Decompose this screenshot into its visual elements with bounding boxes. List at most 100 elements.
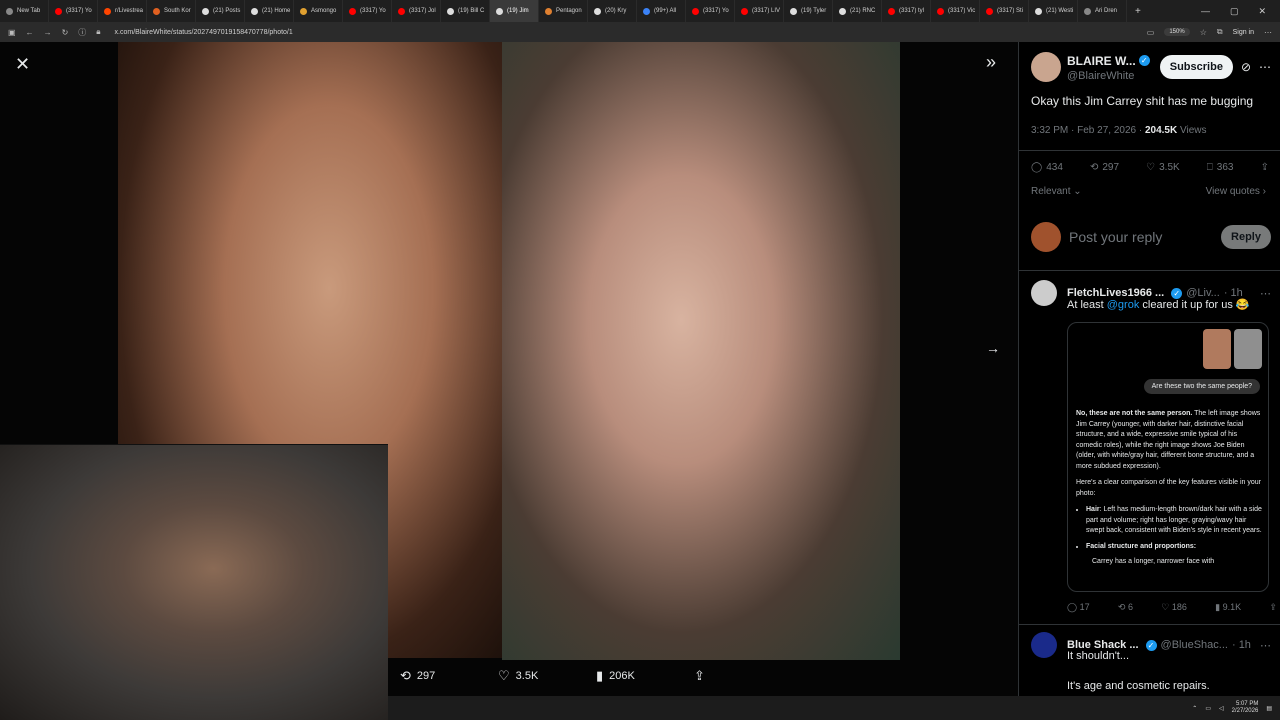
view-quotes-link[interactable]: View quotes ›	[1206, 186, 1266, 197]
tab-favicon-icon	[1035, 7, 1042, 15]
left-photo-alt: Jim Carrey younger photo	[118, 42, 119, 43]
browser-tab[interactable]: (3317) Yo	[686, 0, 735, 22]
more-icon[interactable]: ⋯	[1259, 60, 1271, 74]
browser-tab[interactable]: (19) Bill C	[441, 0, 490, 22]
new-tab-button[interactable]: +	[1127, 6, 1149, 17]
browser-tab[interactable]: (3317) Vic	[931, 0, 980, 22]
back-icon[interactable]: ←	[26, 28, 34, 37]
tab-favicon-icon	[251, 7, 258, 15]
menu-icon[interactable]: ⋯	[1264, 28, 1272, 37]
browser-tab[interactable]: (3317) Sti	[980, 0, 1029, 22]
more-icon[interactable]: ⋯	[1260, 287, 1271, 300]
retweet-icon: ⟲	[1117, 602, 1126, 612]
browser-tab[interactable]: Pentagon	[539, 0, 588, 22]
divider	[1019, 624, 1280, 625]
site-info-icon[interactable]: ⓘ	[78, 27, 86, 38]
like-stat[interactable]: ♡ 186	[1161, 602, 1187, 613]
browser-tab[interactable]: Ari Dren	[1078, 0, 1127, 22]
browser-tab[interactable]: r/Livestrea	[98, 0, 147, 22]
browser-tab[interactable]: (20) Kry	[588, 0, 637, 22]
tweet-text: Okay this Jim Carrey shit has me bugging	[1031, 94, 1254, 108]
share-icon: ⇪	[694, 668, 705, 683]
browser-tab[interactable]: (3317) LIV	[735, 0, 784, 22]
avatar[interactable]	[1031, 632, 1057, 658]
retweet-stat[interactable]: ⟲ 6	[1118, 602, 1133, 613]
sidebar-toggle-icon[interactable]: ▣	[8, 28, 16, 37]
reload-icon[interactable]: ↻	[62, 28, 69, 37]
close-window-icon[interactable]: ✕	[1258, 6, 1266, 17]
next-photo-icon[interactable]: →	[986, 340, 1000, 356]
browser-tab[interactable]: South Kor	[147, 0, 196, 22]
url-field[interactable]: x.com/BlaireWhite/status/202749701915847…	[115, 29, 293, 36]
right-photo-alt: Jim Carrey recent photo	[502, 42, 503, 43]
reply-input[interactable]: Post your reply	[1069, 229, 1162, 245]
right-photo[interactable]: Jim Carrey recent photo	[502, 42, 900, 660]
browser-tab[interactable]: (21) RNC	[833, 0, 882, 22]
like-stat[interactable]: ♡ 3.5K	[1146, 162, 1180, 173]
views-button[interactable]: ▮ 206K	[596, 668, 694, 684]
grok-icon[interactable]: ⊘	[1241, 60, 1251, 74]
browser-tab[interactable]: (3317) Yo	[49, 0, 98, 22]
author-handle[interactable]: @BlaireWhite	[1067, 70, 1150, 82]
browser-tab[interactable]: (3317) Jol	[392, 0, 441, 22]
sign-in-button[interactable]: Sign in	[1233, 29, 1254, 36]
forward-icon[interactable]: →	[44, 28, 52, 37]
reply-author-handle[interactable]: @BlueShac...	[1161, 639, 1228, 651]
screen-icon[interactable]: ▭	[1147, 28, 1155, 37]
window-controls: — ▢ ✕	[1201, 6, 1280, 17]
reply-text: It's age and cosmetic repairs.	[1067, 680, 1210, 692]
grok-screenshot-card[interactable]: Are these two the same people? No, these…	[1067, 322, 1269, 592]
tab-favicon-icon	[741, 7, 748, 15]
volume-icon[interactable]: ◁	[1219, 705, 1224, 712]
avatar[interactable]	[1031, 280, 1057, 306]
browser-tab[interactable]: (99+) All	[637, 0, 686, 22]
reply-item[interactable]: Blue Shack ... ✓ @BlueShac... · 1h ⋯ It …	[1031, 632, 1271, 692]
close-icon[interactable]: ✕	[15, 54, 30, 75]
browser-tab[interactable]: (19) Jim	[490, 0, 539, 22]
tweet-time[interactable]: 3:32 PM · Feb 27, 2026 ·	[1031, 125, 1145, 136]
reply-item[interactable]: FletchLives1966 ... ✓ @Liv... · 1h ⋯ At …	[1031, 280, 1271, 311]
star-icon[interactable]: ☆	[1200, 28, 1207, 37]
mention-link[interactable]: @grok	[1107, 299, 1140, 311]
browser-tab[interactable]: (21) Westi	[1029, 0, 1078, 22]
share-stat[interactable]: ⇪	[1261, 162, 1269, 173]
clock[interactable]: 5:07 PM 2/27/2026	[1232, 701, 1259, 715]
reply-stat[interactable]: ◯ 17	[1067, 602, 1090, 613]
retweet-stat[interactable]: ⟲ 297	[1090, 162, 1119, 173]
browser-tab[interactable]: (21) Posts	[196, 0, 245, 22]
bookmark-stat[interactable]: ⎕ 363	[1207, 162, 1234, 173]
more-icon[interactable]: ⋯	[1260, 639, 1271, 652]
zoom-indicator[interactable]: 150%	[1164, 28, 1190, 36]
browser-tab[interactable]: (3317) tyl	[882, 0, 931, 22]
avatar[interactable]	[1031, 52, 1061, 82]
views-stat[interactable]: ▮ 9.1K	[1215, 602, 1241, 613]
browser-tab[interactable]: New Tab	[0, 0, 49, 22]
author-name[interactable]: BLAIRE W...	[1067, 54, 1136, 68]
reply-time[interactable]: · 1h	[1232, 639, 1251, 651]
reply-text: At least @grok cleared it up for us 😂	[1067, 298, 1271, 311]
browser-tab[interactable]: (3317) Yo	[343, 0, 392, 22]
share-button[interactable]: ⇪	[694, 668, 792, 684]
minimize-icon[interactable]: —	[1201, 6, 1210, 17]
browser-tab-bar: New Tab (3317) Yo r/Livestrea South Kor (21)…	[0, 0, 1280, 22]
expand-panel-icon[interactable]: »	[986, 52, 996, 73]
browser-tab[interactable]: (21) Home	[245, 0, 294, 22]
retweet-count: 297	[1102, 162, 1120, 173]
like-button[interactable]: ♡ 3.5K	[498, 668, 596, 684]
notification-icon[interactable]: ▤	[1266, 705, 1272, 712]
share-stat[interactable]: ⇪	[1269, 602, 1277, 613]
chevron-up-icon[interactable]: ⌃	[1192, 705, 1197, 712]
sort-dropdown[interactable]: Relevant ⌄	[1031, 186, 1082, 197]
browser-tab[interactable]: Asmongo	[294, 0, 343, 22]
subscribe-button[interactable]: Subscribe	[1159, 55, 1233, 79]
network-icon[interactable]: ▭	[1205, 705, 1211, 712]
maximize-icon[interactable]: ▢	[1230, 6, 1239, 17]
retweet-button[interactable]: ⟲ 297	[400, 668, 498, 684]
reply-composer: Post your reply Reply	[1031, 222, 1271, 252]
reply-stat[interactable]: ◯ 434	[1031, 162, 1063, 173]
tab-label: (3317) Vic	[948, 8, 976, 14]
tab-label: Pentagon	[556, 8, 582, 14]
browser-tab[interactable]: (19) Tyler	[784, 0, 833, 22]
extensions-icon[interactable]: ⧉	[1217, 27, 1223, 37]
reply-button[interactable]: Reply	[1221, 225, 1271, 249]
